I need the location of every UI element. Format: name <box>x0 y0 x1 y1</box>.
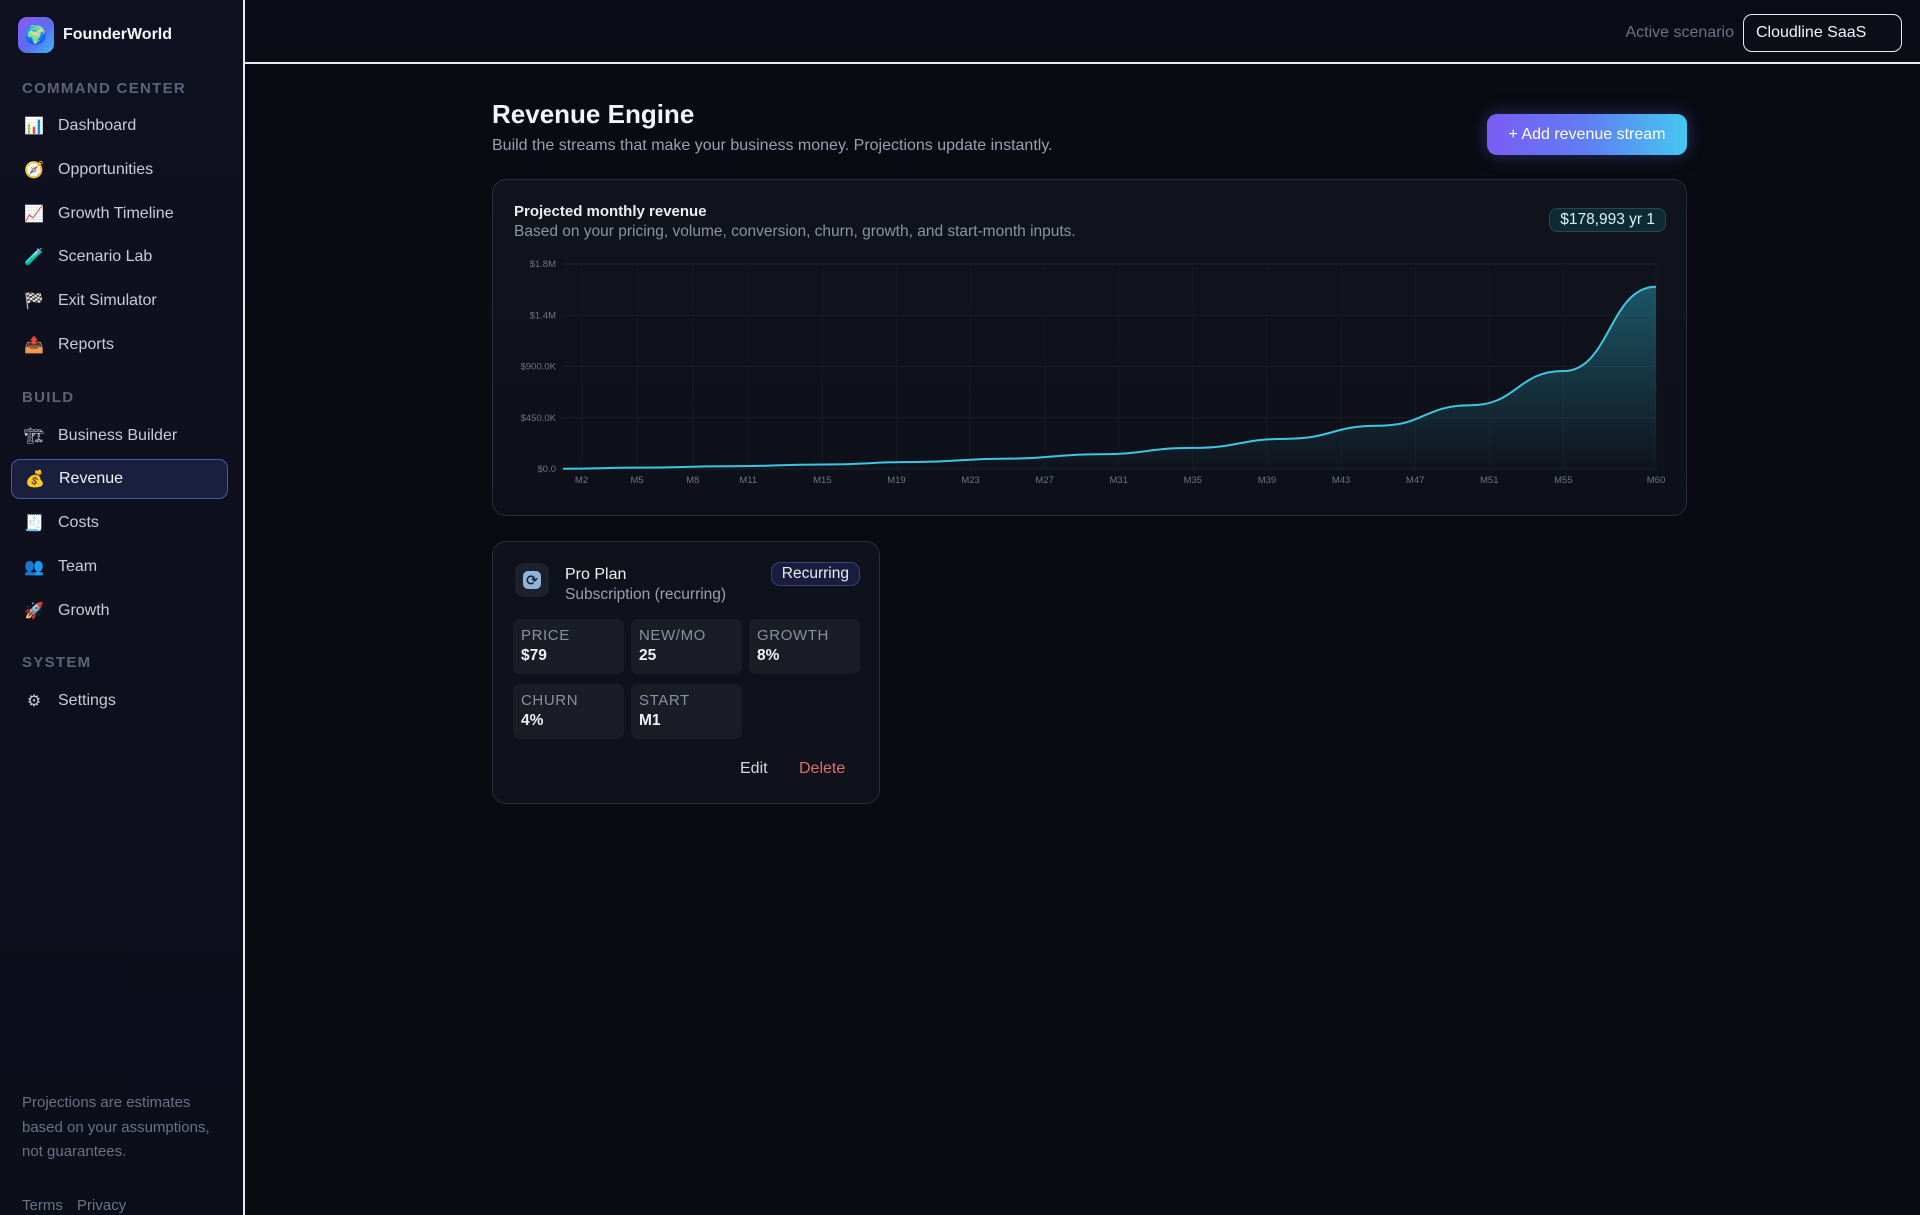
revenue-stream-card: ⟳ Pro Plan Subscription (recurring) Recu… <box>492 541 880 804</box>
sidebar-item-growth[interactable]: 🚀 Growth <box>11 591 228 631</box>
rocket-icon: 🚀 <box>24 603 44 620</box>
globe-icon: 🌍 <box>18 17 54 53</box>
sidebar-item-label: Revenue <box>59 470 124 487</box>
metric-price: PRICE $79 <box>513 619 624 674</box>
sidebar-item-label: Scenario Lab <box>58 248 153 265</box>
sidebar-item-label: Settings <box>58 692 116 709</box>
metric-start: START M1 <box>631 684 742 739</box>
y-tick-label: $1.8M <box>530 259 556 270</box>
revenue-chart: $0.0 $450.0K $900.0K $1.4M $1.8M M2 M5 M8 M11 M1… <box>521 259 1666 486</box>
stream-name: Pro Plan <box>565 566 627 583</box>
refresh-icon: ⟳ <box>515 563 549 597</box>
revenue-chart-card: Projected monthly revenue Based on your … <box>492 179 1687 516</box>
metric-value: 25 <box>639 647 657 664</box>
metric-label: GROWTH <box>757 627 829 644</box>
y-tick-label: $450.0K <box>521 413 557 424</box>
test-tube-icon: 🧪 <box>24 249 44 266</box>
sidebar-item-dashboard[interactable]: 📊 Dashboard <box>11 106 228 146</box>
trend-chart-icon: 📈 <box>24 206 44 223</box>
x-tick-label: M51 <box>1480 475 1498 486</box>
metric-growth: GROWTH 8% <box>749 619 860 674</box>
recurring-badge: Recurring <box>770 562 860 586</box>
x-tick-label: M55 <box>1554 475 1572 486</box>
sidebar: 🌍 FounderWorld COMMAND CENTER 📊 Dashboar… <box>0 0 245 1215</box>
sidebar-item-business-builder[interactable]: 🏗 Business Builder <box>11 416 228 456</box>
x-tick-label: M8 <box>686 475 699 486</box>
metric-value: 8% <box>757 647 780 664</box>
x-tick-label: M2 <box>575 475 588 486</box>
metric-value: 4% <box>521 712 544 729</box>
y-tick-label: $900.0K <box>521 362 557 373</box>
metric-value: $79 <box>521 647 547 664</box>
metric-new-per-month: NEW/MO 25 <box>631 619 742 674</box>
sidebar-item-label: Business Builder <box>58 427 178 444</box>
x-tick-label: M5 <box>631 475 644 486</box>
stream-type: Subscription (recurring) <box>565 586 727 603</box>
y-tick-label: $1.4M <box>530 310 556 321</box>
bar-chart-icon: 📊 <box>24 118 44 135</box>
sidebar-item-costs[interactable]: 🧾 Costs <box>11 503 228 543</box>
page-subtitle: Build the streams that make your busines… <box>492 137 1053 154</box>
receipt-icon: 🧾 <box>24 515 44 532</box>
x-tick-label: M27 <box>1035 475 1053 486</box>
outbox-icon: 📤 <box>24 337 44 354</box>
section-title-build: BUILD <box>22 389 75 406</box>
section-title-system: SYSTEM <box>22 654 92 671</box>
sidebar-item-exit-simulator[interactable]: 🏁 Exit Simulator <box>11 281 228 321</box>
sidebar-item-label: Costs <box>58 514 99 531</box>
scenario-label: Active scenario <box>1625 24 1735 41</box>
disclaimer-note: Projections are estimates based on your … <box>22 1094 210 1160</box>
sidebar-item-settings[interactable]: ⚙ Settings <box>11 681 228 721</box>
sidebar-item-revenue[interactable]: 💰 Revenue <box>11 459 228 499</box>
sidebar-item-growth-timeline[interactable]: 📈 Growth Timeline <box>11 194 228 234</box>
sidebar-item-reports[interactable]: 📤 Reports <box>11 325 228 365</box>
sidebar-item-scenario-lab[interactable]: 🧪 Scenario Lab <box>11 237 228 277</box>
sidebar-item-label: Growth <box>58 602 110 619</box>
construction-icon: 🏗 <box>24 428 45 445</box>
edit-button[interactable]: Edit <box>740 760 768 778</box>
revenue-area <box>563 286 1656 469</box>
x-tick-label: M11 <box>739 475 757 486</box>
compass-icon: 🧭 <box>24 162 44 179</box>
x-tick-label: M19 <box>887 475 905 486</box>
sidebar-item-label: Team <box>58 558 98 575</box>
x-tick-label: M15 <box>813 475 831 486</box>
checkered-flag-icon: 🏁 <box>24 293 44 310</box>
x-tick-label: M23 <box>961 475 979 486</box>
metric-churn: CHURN 4% <box>513 684 624 739</box>
sidebar-item-label: Growth Timeline <box>58 205 174 222</box>
metric-label: NEW/MO <box>639 627 706 644</box>
metric-label: START <box>639 692 690 709</box>
x-tick-label: M31 <box>1110 475 1128 486</box>
y-tick-label: $0.0 <box>538 464 557 475</box>
add-revenue-stream-button[interactable]: + Add revenue stream <box>1487 114 1687 155</box>
people-icon: 👥 <box>24 559 44 576</box>
top-bar: Active scenario Cloudline SaaS <box>245 0 1920 64</box>
brand[interactable]: 🌍 FounderWorld <box>18 17 172 53</box>
terms-link[interactable]: Terms <box>22 1197 63 1214</box>
money-bag-icon: 💰 <box>25 471 45 488</box>
brand-name: FounderWorld <box>63 26 173 43</box>
x-tick-label: M60 <box>1647 475 1665 486</box>
gear-icon: ⚙ <box>26 693 42 710</box>
sidebar-item-label: Reports <box>58 336 115 353</box>
x-tick-label: M39 <box>1258 475 1276 486</box>
metric-label: PRICE <box>521 627 570 644</box>
page-title: Revenue Engine <box>492 99 695 129</box>
sidebar-item-opportunities[interactable]: 🧭 Opportunities <box>11 150 228 190</box>
scenario-select[interactable]: Cloudline SaaS <box>1743 14 1902 52</box>
privacy-link[interactable]: Privacy <box>77 1197 126 1214</box>
delete-button[interactable]: Delete <box>799 760 845 778</box>
metric-value: M1 <box>639 712 661 729</box>
metric-label: CHURN <box>521 692 579 709</box>
sidebar-item-team[interactable]: 👥 Team <box>11 547 228 587</box>
x-tick-label: M43 <box>1332 475 1350 486</box>
footer-links: Terms Privacy <box>22 1197 136 1214</box>
sidebar-item-label: Dashboard <box>58 117 137 134</box>
sidebar-item-label: Exit Simulator <box>58 292 157 309</box>
sidebar-item-label: Opportunities <box>58 161 154 178</box>
x-tick-label: M35 <box>1184 475 1202 486</box>
x-tick-label: M47 <box>1406 475 1424 486</box>
section-title-command-center: COMMAND CENTER <box>22 80 187 97</box>
